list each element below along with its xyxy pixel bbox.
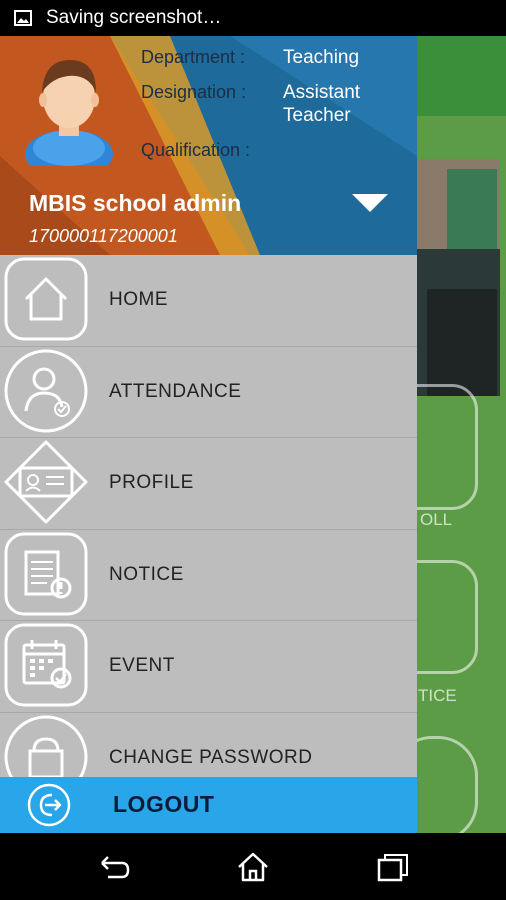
designation-value-line1: Assistant — [283, 82, 361, 103]
menu-label-home: HOME — [109, 289, 168, 311]
home-icon — [4, 257, 88, 341]
background-label: OLL — [420, 510, 453, 529]
background-label: TICE — [418, 686, 457, 705]
calendar-icon — [4, 623, 88, 707]
navigation-drawer: Department : Teaching Designation : Assi… — [0, 36, 417, 833]
id-card-icon — [4, 440, 88, 524]
user-check-icon — [4, 349, 88, 432]
status-text: Saving screenshot… — [46, 7, 222, 28]
user-id: 170000117200001 — [29, 226, 178, 246]
menu-item-event[interactable]: EVENT — [0, 621, 417, 713]
back-icon[interactable] — [94, 849, 134, 885]
logout-icon — [27, 783, 71, 827]
qualification-label: Qualification : — [141, 140, 251, 160]
logout-label: LOGOUT — [113, 791, 215, 817]
designation-value-line2: Teacher — [283, 105, 351, 126]
profile-header: Department : Teaching Designation : Assi… — [0, 36, 417, 255]
menu-label-event: EVENT — [109, 655, 175, 677]
menu-item-attendance[interactable]: ATTENDANCE — [0, 347, 417, 438]
image-icon — [14, 10, 32, 26]
system-nav-bar — [0, 833, 506, 900]
designation-label: Designation : — [141, 82, 247, 102]
menu-label-change-password: CHANGE PASSWORD — [109, 746, 313, 768]
user-name: MBIS school admin — [29, 190, 242, 216]
menu-label-profile: PROFILE — [109, 472, 194, 494]
menu-item-change-password[interactable]: CHANGE PASSWORD — [0, 713, 417, 777]
menu-item-home[interactable]: HOME — [0, 255, 417, 347]
status-bar: Saving screenshot… — [0, 0, 506, 36]
menu-label-attendance: ATTENDANCE — [109, 380, 242, 402]
recents-icon[interactable] — [373, 849, 413, 885]
avatar — [25, 60, 113, 166]
menu-item-notice[interactable]: NOTICE — [0, 530, 417, 621]
background-photo — [417, 159, 500, 396]
menu-label-notice: NOTICE — [109, 563, 184, 585]
department-label: Department : — [141, 47, 246, 67]
account-dropdown-icon[interactable] — [352, 194, 388, 212]
logout-button[interactable]: LOGOUT — [0, 777, 417, 833]
department-value: Teaching — [283, 47, 360, 68]
lock-icon — [4, 715, 88, 777]
home-icon[interactable] — [233, 849, 273, 885]
notice-icon — [4, 532, 88, 615]
menu-item-profile[interactable]: PROFILE — [0, 438, 417, 530]
drawer-menu: HOME ATTENDANCE PROFILE NOTICE EVENT CHA… — [0, 255, 417, 777]
